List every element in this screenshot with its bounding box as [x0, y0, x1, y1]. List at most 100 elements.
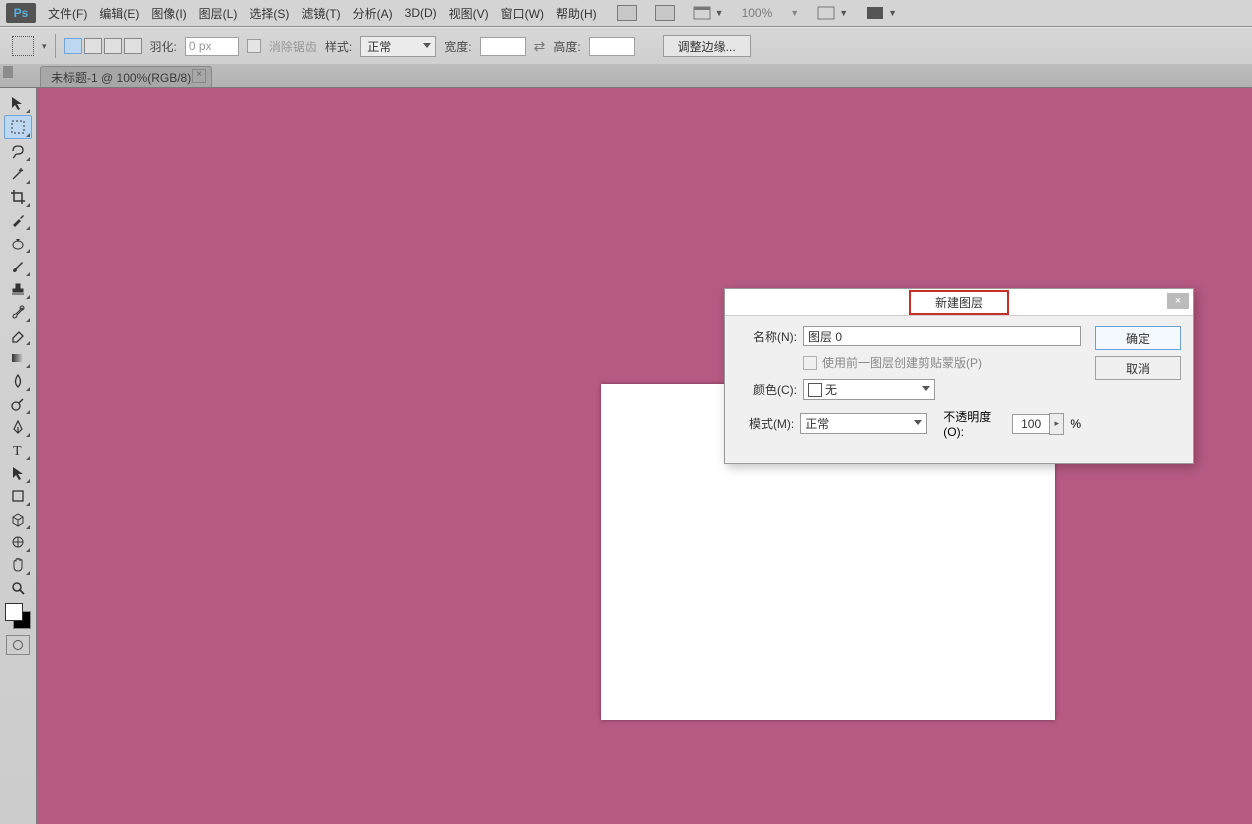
feather-input[interactable]: 0 px	[185, 37, 239, 56]
options-bar: ▾ 羽化: 0 px 消除锯齿 样式: 正常 宽度: ⇄ 高度: 调整边缘...	[0, 27, 1252, 65]
move-tool[interactable]	[5, 92, 31, 114]
color-label: 颜色(C):	[737, 381, 797, 398]
mode-select[interactable]: 正常	[800, 413, 927, 434]
new-layer-dialog: 新建图层 × 名称(N): 图层 0 使用前一图层创建剪贴蒙版(P) 颜色(C)…	[724, 288, 1194, 464]
intersect-selection-icon[interactable]	[124, 38, 142, 54]
brush-tool[interactable]	[5, 255, 31, 277]
menu-analysis[interactable]: 分析(A)	[347, 0, 399, 26]
feather-label: 羽化:	[150, 38, 177, 55]
dialog-close-button[interactable]: ×	[1167, 293, 1189, 309]
new-selection-icon[interactable]	[64, 38, 82, 54]
width-input	[480, 37, 526, 56]
cancel-button[interactable]: 取消	[1095, 356, 1181, 380]
menubar: Ps 文件(F) 编辑(E) 图像(I) 图层(L) 选择(S) 滤镜(T) 分…	[0, 0, 1252, 27]
swap-icon: ⇄	[534, 38, 546, 55]
menu-image[interactable]: 图像(I)	[145, 0, 192, 26]
menu-filter[interactable]: 滤镜(T)	[295, 0, 346, 26]
magic-wand-tool[interactable]	[5, 163, 31, 185]
clip-mask-label: 使用前一图层创建剪贴蒙版(P)	[822, 354, 982, 371]
path-select-tool-icon	[9, 464, 27, 482]
layer-name-input[interactable]: 图层 0	[803, 326, 1081, 346]
minibridge-icon[interactable]	[655, 5, 675, 21]
healing-brush-tool-icon	[9, 234, 27, 252]
color-swatches[interactable]	[5, 603, 31, 629]
document-tab[interactable]: 未标题-1 @ 100%(RGB/8) ×	[40, 66, 212, 87]
history-brush-tool-icon	[9, 303, 27, 321]
dodge-tool[interactable]	[5, 393, 31, 415]
history-brush-tool[interactable]	[5, 301, 31, 323]
stamp-tool[interactable]	[5, 278, 31, 300]
zoom-tool[interactable]	[5, 577, 31, 599]
healing-brush-tool[interactable]	[5, 232, 31, 254]
screen-mode-dropdown[interactable]: ▼	[693, 6, 724, 20]
bridge-icon[interactable]	[617, 5, 637, 21]
blur-tool[interactable]	[5, 370, 31, 392]
subtract-selection-icon[interactable]	[104, 38, 122, 54]
color-swatch-icon	[808, 383, 822, 397]
mode-label: 模式(M):	[737, 415, 794, 432]
dialog-title: 新建图层	[909, 290, 1009, 315]
menu-help[interactable]: 帮助(H)	[550, 0, 603, 26]
style-select[interactable]: 正常	[360, 36, 436, 57]
opacity-label: 不透明度(O):	[943, 408, 1008, 439]
lasso-tool[interactable]	[5, 140, 31, 162]
width-label: 宽度:	[444, 38, 471, 55]
ok-button[interactable]: 确定	[1095, 326, 1181, 350]
color-select[interactable]: 无	[803, 379, 935, 400]
eyedropper-tool-icon	[9, 211, 27, 229]
dodge-tool-icon	[9, 395, 27, 413]
refine-edge-button[interactable]: 调整边缘...	[663, 35, 751, 57]
3d-camera-tool[interactable]	[5, 531, 31, 553]
selection-mode-group	[64, 38, 142, 54]
menu-layer[interactable]: 图层(L)	[193, 0, 244, 26]
tool-preset-icon[interactable]	[12, 36, 34, 56]
name-label: 名称(N):	[737, 328, 797, 345]
type-tool[interactable]: T	[5, 439, 31, 461]
opacity-input[interactable]: 100	[1012, 414, 1050, 434]
menu-window[interactable]: 窗口(W)	[495, 0, 550, 26]
gradient-tool-icon	[9, 349, 27, 367]
foreground-color-swatch[interactable]	[5, 603, 23, 621]
eyedropper-tool[interactable]	[5, 209, 31, 231]
3d-tool[interactable]	[5, 508, 31, 530]
zoom-level[interactable]: 100%	[742, 6, 773, 20]
opacity-unit: %	[1070, 417, 1081, 431]
color-select-value: 无	[825, 381, 837, 398]
gradient-tool[interactable]	[5, 347, 31, 369]
marquee-tool[interactable]	[4, 115, 32, 139]
menu-select[interactable]: 选择(S)	[243, 0, 295, 26]
menu-3d[interactable]: 3D(D)	[399, 0, 443, 26]
crop-tool[interactable]	[5, 186, 31, 208]
menu-view[interactable]: 视图(V)	[443, 0, 495, 26]
hand-tool[interactable]	[5, 554, 31, 576]
shape-tool-icon	[9, 487, 27, 505]
panel-collapse-handle[interactable]	[3, 66, 13, 78]
pen-tool[interactable]	[5, 416, 31, 438]
close-tab-icon[interactable]: ×	[192, 69, 206, 83]
style-label: 样式:	[325, 38, 352, 55]
marquee-tool-icon	[9, 118, 27, 136]
move-tool-icon	[9, 94, 27, 112]
arrange-dropdown[interactable]: ▼	[817, 6, 848, 20]
opacity-flyout-button[interactable]: ▸	[1049, 413, 1064, 435]
screenmode-dropdown-2[interactable]: ▼	[866, 6, 897, 20]
app-logo: Ps	[6, 3, 36, 23]
menu-file[interactable]: 文件(F)	[42, 0, 93, 26]
eraser-tool[interactable]	[5, 324, 31, 346]
document-tabs: 未标题-1 @ 100%(RGB/8) ×	[0, 64, 1252, 88]
height-input	[589, 37, 635, 56]
dialog-titlebar[interactable]: 新建图层 ×	[725, 289, 1193, 316]
svg-text:T: T	[13, 444, 22, 458]
lasso-tool-icon	[9, 142, 27, 160]
shape-tool[interactable]	[5, 485, 31, 507]
path-select-tool[interactable]	[5, 462, 31, 484]
hand-tool-icon	[9, 556, 27, 574]
clip-mask-checkbox	[803, 356, 817, 370]
add-selection-icon[interactable]	[84, 38, 102, 54]
toolbox: T	[0, 88, 37, 824]
eraser-tool-icon	[9, 326, 27, 344]
document-tab-label: 未标题-1 @ 100%(RGB/8)	[51, 69, 191, 86]
brush-tool-icon	[9, 257, 27, 275]
quick-mask-button[interactable]	[6, 635, 30, 655]
menu-edit[interactable]: 编辑(E)	[93, 0, 145, 26]
